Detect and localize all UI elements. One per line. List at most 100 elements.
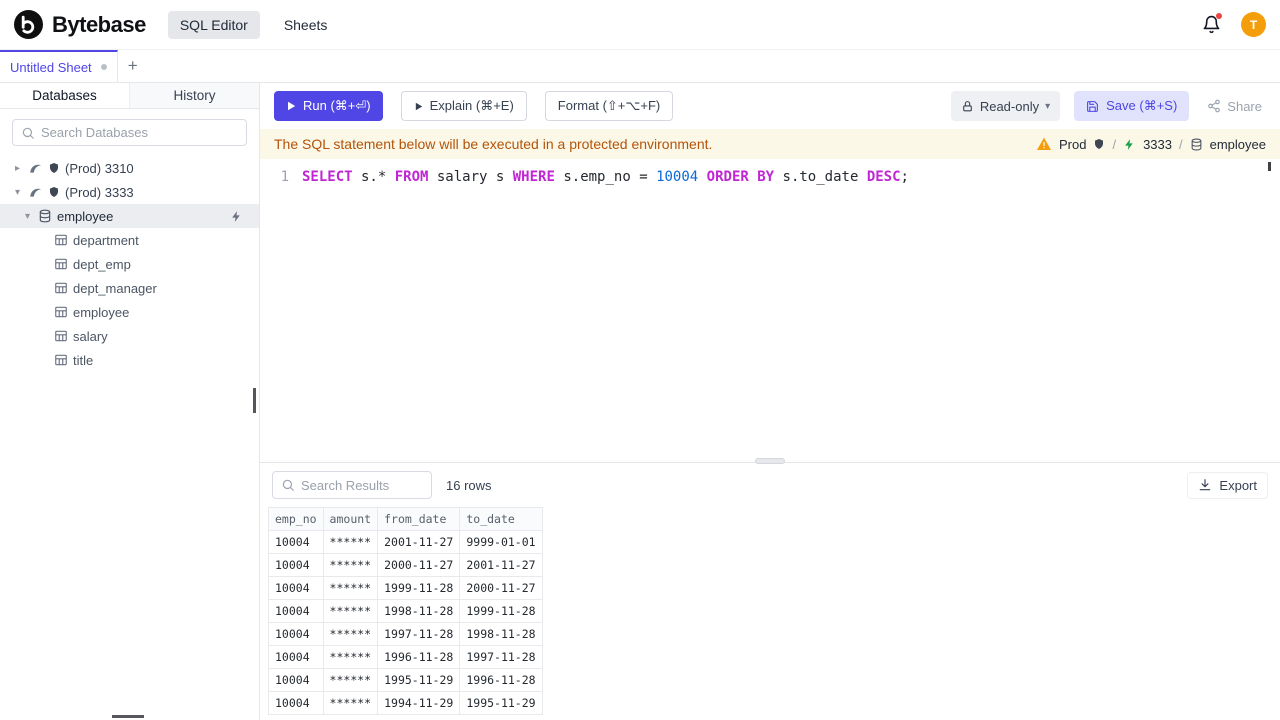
- tree-table-dept-manager[interactable]: dept_manager: [0, 276, 259, 300]
- table-cell: 1995-11-29: [459, 691, 543, 715]
- sidebar-tab-databases[interactable]: Databases: [0, 83, 129, 108]
- tree-table-salary[interactable]: salary: [0, 324, 259, 348]
- results-search-input[interactable]: [301, 477, 423, 493]
- download-icon: [1198, 478, 1212, 492]
- tab-sql-editor[interactable]: SQL Editor: [167, 10, 260, 39]
- table-row[interactable]: 10004 ****** 1995-11-29 1996-11-28: [268, 668, 543, 692]
- table-label: department: [73, 232, 139, 248]
- panel-resize-handle[interactable]: [755, 458, 785, 464]
- table-row[interactable]: 10004 ****** 1996-11-28 1997-11-28: [268, 645, 543, 669]
- sheet-tab-bar: Untitled Sheet +: [0, 50, 1280, 83]
- share-button[interactable]: Share: [1203, 91, 1266, 121]
- table-row[interactable]: 10004 ****** 1999-11-28 2000-11-27: [268, 576, 543, 600]
- table-icon: [54, 233, 68, 247]
- environment-name: Prod: [1058, 136, 1087, 152]
- database-label: employee: [57, 208, 114, 224]
- play-icon: [414, 102, 423, 111]
- avatar[interactable]: T: [1241, 12, 1266, 37]
- table-row[interactable]: 10004 ****** 1997-11-28 1998-11-28: [268, 622, 543, 646]
- editor-vertical-scrollbar[interactable]: [1268, 162, 1271, 171]
- sheet-unsaved-dot[interactable]: [100, 64, 107, 70]
- sidebar-horizontal-scrollbar[interactable]: [112, 715, 144, 718]
- table-cell: 1996-11-28: [459, 668, 543, 692]
- topbar-actions: T: [1202, 12, 1266, 37]
- environment-shield-icon: [48, 162, 60, 174]
- run-button[interactable]: Run (⌘+⏎): [274, 91, 383, 121]
- table-cell: 1997-11-28: [377, 622, 461, 646]
- connect-zap-icon[interactable]: [230, 210, 243, 223]
- sql-token: FROM: [394, 169, 429, 185]
- readonly-mode-dropdown[interactable]: Read-only ▾: [950, 91, 1061, 121]
- sql-editor-area[interactable]: 1 SELECT s.* FROM salary s WHERE s.emp_n…: [260, 159, 1280, 462]
- tree-instance-3310[interactable]: ▸ (Prod) 3310: [0, 156, 259, 180]
- connection-breadcrumb: Prod / 3333 / employee: [1036, 136, 1266, 152]
- sheet-tab-untitled[interactable]: Untitled Sheet: [0, 50, 118, 82]
- sql-token: ORDER BY: [706, 169, 775, 185]
- table-cell: ******: [322, 668, 379, 692]
- results-header-row: emp_no amount from_date to_date: [268, 507, 543, 531]
- table-icon: [54, 281, 68, 295]
- results-search[interactable]: [272, 471, 432, 499]
- results-toolbar: 16 rows Export: [260, 463, 1280, 507]
- table-cell: 1996-11-28: [377, 645, 461, 669]
- database-search-input[interactable]: [41, 125, 238, 140]
- brand: Bytebase: [14, 10, 146, 39]
- warning-triangle-icon: [1036, 136, 1052, 152]
- column-header[interactable]: from_date: [377, 507, 461, 531]
- table-cell: 10004: [268, 599, 324, 623]
- table-cell: ******: [322, 645, 379, 669]
- line-number: 1: [280, 169, 289, 185]
- code-line: 1 SELECT s.* FROM salary s WHERE s.emp_n…: [260, 159, 1280, 186]
- notification-dot: [1216, 13, 1222, 19]
- sql-token: 10004: [656, 169, 699, 185]
- database-icon: [1190, 138, 1203, 151]
- chevron-down-icon: ▾: [14, 186, 21, 198]
- save-icon: [1086, 100, 1099, 113]
- sidebar-vertical-scrollbar[interactable]: [253, 388, 256, 413]
- table-row[interactable]: 10004 ****** 1998-11-28 1999-11-28: [268, 599, 543, 623]
- table-cell: 2000-11-27: [459, 576, 543, 600]
- editor-panel: Run (⌘+⏎) Explain (⌘+E) Format (⇧+⌥+F) R…: [260, 83, 1280, 720]
- table-row[interactable]: 10004 ****** 2000-11-27 2001-11-27: [268, 553, 543, 577]
- sidebar-tab-history[interactable]: History: [129, 83, 259, 108]
- database-search[interactable]: [12, 119, 247, 146]
- notification-bell-icon[interactable]: [1202, 13, 1222, 34]
- tree-table-department[interactable]: department: [0, 228, 259, 252]
- table-cell: ******: [322, 530, 379, 554]
- tree-table-dept-emp[interactable]: dept_emp: [0, 252, 259, 276]
- column-header[interactable]: to_date: [459, 507, 543, 531]
- share-icon: [1207, 99, 1221, 113]
- chevron-right-icon: ▸: [14, 162, 21, 174]
- sql-token: s.emp_no =: [554, 169, 657, 185]
- save-button[interactable]: Save (⌘+S): [1074, 91, 1190, 121]
- table-row[interactable]: 10004 ****** 1994-11-29 1995-11-29: [268, 691, 543, 715]
- table-label: dept_emp: [73, 256, 131, 272]
- mysql-engine-icon: [28, 161, 43, 176]
- row-count: 16 rows: [446, 477, 492, 493]
- tree-table-employee[interactable]: employee: [0, 300, 259, 324]
- table-cell: ******: [322, 576, 379, 600]
- tree-table-title[interactable]: title: [0, 348, 259, 372]
- tree-instance-3333[interactable]: ▾ (Prod) 3333: [0, 180, 259, 204]
- table-row[interactable]: 10004 ****** 2001-11-27 9999-01-01: [268, 530, 543, 554]
- instance-zap-icon: [1123, 138, 1136, 151]
- table-cell: ******: [322, 599, 379, 623]
- database-tree: ▸ (Prod) 3310 ▾ (Prod) 3333 ▾ employee d…: [0, 156, 259, 372]
- tree-database-employee[interactable]: ▾ employee: [0, 204, 259, 228]
- run-button-label: Run (⌘+⏎): [303, 98, 371, 113]
- table-icon: [54, 257, 68, 271]
- tab-sheets[interactable]: Sheets: [272, 11, 340, 39]
- sheet-tab-label: Untitled Sheet: [10, 59, 92, 75]
- explain-button[interactable]: Explain (⌘+E): [400, 91, 527, 121]
- table-label: salary: [73, 328, 108, 344]
- export-button-label: Export: [1219, 477, 1257, 493]
- format-button[interactable]: Format (⇧+⌥+F): [544, 91, 674, 121]
- column-header[interactable]: emp_no: [268, 507, 324, 531]
- table-cell: 10004: [268, 622, 324, 646]
- results-panel: 16 rows Export emp_noamountfrom_dateto_d…: [260, 458, 1280, 720]
- column-header[interactable]: amount: [322, 507, 379, 531]
- table-cell: 10004: [268, 553, 324, 577]
- export-button[interactable]: Export: [1187, 471, 1268, 499]
- add-sheet-button[interactable]: +: [118, 50, 148, 82]
